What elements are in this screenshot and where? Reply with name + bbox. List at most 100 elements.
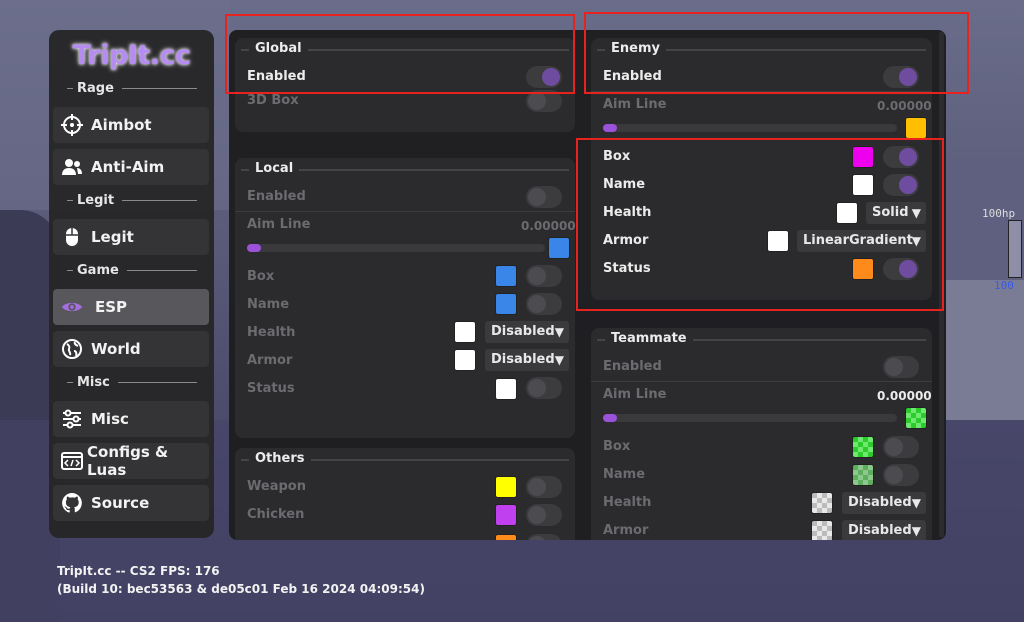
local-box-toggle[interactable] (526, 265, 562, 287)
enemy-aim-line-row: Aim Line 0.00000 (591, 91, 932, 143)
sidebar-item-label: Configs & Luas (87, 443, 169, 479)
sidebar-section-rage: Rage (67, 80, 197, 96)
teammate-box-color[interactable] (852, 436, 874, 458)
local-status-toggle[interactable] (526, 377, 562, 399)
local-status-row: Status (235, 375, 575, 403)
panel-title: Teammate (591, 328, 932, 350)
others-chicken-color[interactable] (495, 504, 517, 526)
hud-hp-text: 100hp (982, 207, 1016, 220)
slider-handle[interactable] (603, 414, 617, 422)
chevron-down-icon: ▼ (911, 496, 921, 510)
eye-icon (61, 296, 83, 318)
local-box-color[interactable] (495, 265, 517, 287)
local-armor-color[interactable] (454, 349, 476, 371)
local-aim-line-row: Aim Line 0.00000 (235, 211, 575, 263)
sidebar-item-label: Misc (91, 410, 129, 428)
users-icon (61, 156, 83, 178)
local-aim-line-color[interactable] (548, 237, 570, 259)
panel-title: Local (235, 158, 575, 180)
slider-handle[interactable] (247, 244, 261, 252)
panel-others: Others Weapon Chicken (235, 448, 575, 540)
local-aim-line-value: 0.00000 (521, 219, 575, 233)
brand-logo: TripIt.cc (72, 40, 191, 71)
panel-title: Others (235, 448, 575, 470)
sidebar-item-source[interactable]: Source (53, 485, 209, 521)
others-partial-color[interactable] (495, 534, 517, 540)
local-health-dropdown[interactable]: Disabled ▼ (485, 321, 569, 343)
sidebar-item-label: World (91, 340, 141, 358)
sidebar-item-label: Source (91, 494, 150, 512)
sidebar-section-legit: Legit (67, 192, 197, 208)
highlight-box-global-enabled (225, 14, 575, 94)
teammate-enabled-toggle[interactable] (883, 356, 919, 378)
others-chicken-toggle[interactable] (526, 504, 562, 526)
teammate-aim-line-slider[interactable] (603, 414, 897, 422)
local-armor-dropdown[interactable]: Disabled ▼ (485, 349, 569, 371)
teammate-name-row: Name (591, 461, 932, 489)
teammate-name-toggle[interactable] (883, 464, 919, 486)
others-weapon-color[interactable] (495, 476, 517, 498)
sidebar-item-aimbot[interactable]: Aimbot (53, 107, 209, 143)
teammate-health-dropdown[interactable]: Disabled ▼ (842, 492, 926, 514)
globe-icon (61, 338, 83, 360)
teammate-health-row: Health Disabled ▼ (591, 489, 932, 517)
local-armor-row: Armor Disabled ▼ (235, 347, 575, 375)
sliders-icon (61, 408, 83, 430)
local-box-row: Box (235, 263, 575, 291)
teammate-armor-color[interactable] (811, 520, 833, 540)
teammate-armor-row: Armor Disabled ▼ (591, 517, 932, 540)
sidebar-item-label: Legit (91, 228, 134, 246)
others-weapon-row: Weapon (235, 473, 575, 501)
footer-status-line: TripIt.cc -- CS2 FPS: 176 (57, 564, 220, 578)
chevron-down-icon: ▼ (554, 353, 564, 367)
code-icon (61, 450, 83, 472)
local-health-color[interactable] (454, 321, 476, 343)
sidebar-item-legit[interactable]: Legit (53, 219, 209, 255)
others-partial-toggle[interactable] (526, 534, 562, 540)
others-chicken-row: Chicken (235, 501, 575, 529)
teammate-aim-line-color[interactable] (905, 407, 927, 429)
sidebar-item-misc[interactable]: Misc (53, 401, 209, 437)
local-enabled-row: Enabled (235, 183, 575, 211)
sidebar-item-label: ESP (95, 298, 128, 316)
enemy-aim-line-value: 0.00000 (877, 99, 932, 113)
highlight-box-enemy-enabled (584, 12, 969, 94)
crosshair-icon (61, 114, 83, 136)
sidebar-section-game: Game (67, 262, 197, 278)
teammate-name-color[interactable] (852, 464, 874, 486)
local-name-row: Name (235, 291, 575, 319)
local-name-toggle[interactable] (526, 293, 562, 315)
sidebar-item-world[interactable]: World (53, 331, 209, 367)
sidebar: TripIt.cc Rage Aimbot Anti-Aim Legit Leg… (49, 30, 214, 538)
teammate-enabled-row: Enabled (591, 353, 932, 381)
enemy-aim-line-slider[interactable] (603, 124, 897, 132)
github-icon (61, 492, 83, 514)
local-status-color[interactable] (495, 378, 517, 400)
sidebar-item-configs-luas[interactable]: Configs & Luas (53, 443, 209, 479)
local-enabled-toggle[interactable] (526, 186, 562, 208)
mouse-icon (61, 226, 83, 248)
teammate-box-toggle[interactable] (883, 436, 919, 458)
local-health-row: Health Disabled ▼ (235, 319, 575, 347)
sidebar-section-misc: Misc (67, 374, 197, 390)
chevron-down-icon: ▼ (554, 325, 564, 339)
local-aim-line-slider[interactable] (247, 244, 545, 252)
sidebar-item-label: Aimbot (91, 116, 152, 134)
others-weapon-toggle[interactable] (526, 476, 562, 498)
slider-handle[interactable] (603, 124, 617, 132)
panel-teammate: Teammate Enabled Aim Line 0.00000 Box Na… (591, 328, 932, 540)
sidebar-item-label: Anti-Aim (91, 158, 165, 176)
chevron-down-icon: ▼ (911, 524, 921, 538)
local-name-color[interactable] (495, 293, 517, 315)
sidebar-item-anti-aim[interactable]: Anti-Aim (53, 149, 209, 185)
hud-hp-bar (1008, 220, 1022, 278)
teammate-aim-line-value: 0.00000 (877, 389, 932, 403)
sidebar-item-esp[interactable]: ESP (53, 289, 209, 325)
enemy-aim-line-color[interactable] (905, 117, 927, 139)
panel-local: Local Enabled Aim Line 0.00000 Box Name … (235, 158, 575, 438)
teammate-aim-line-row: Aim Line 0.00000 (591, 381, 932, 433)
hud-hp-value: 100 (994, 279, 1014, 292)
footer-build-line: (Build 10: bec53563 & de05c01 Feb 16 202… (57, 582, 425, 596)
teammate-health-color[interactable] (811, 492, 833, 514)
teammate-armor-dropdown[interactable]: Disabled ▼ (842, 520, 926, 540)
